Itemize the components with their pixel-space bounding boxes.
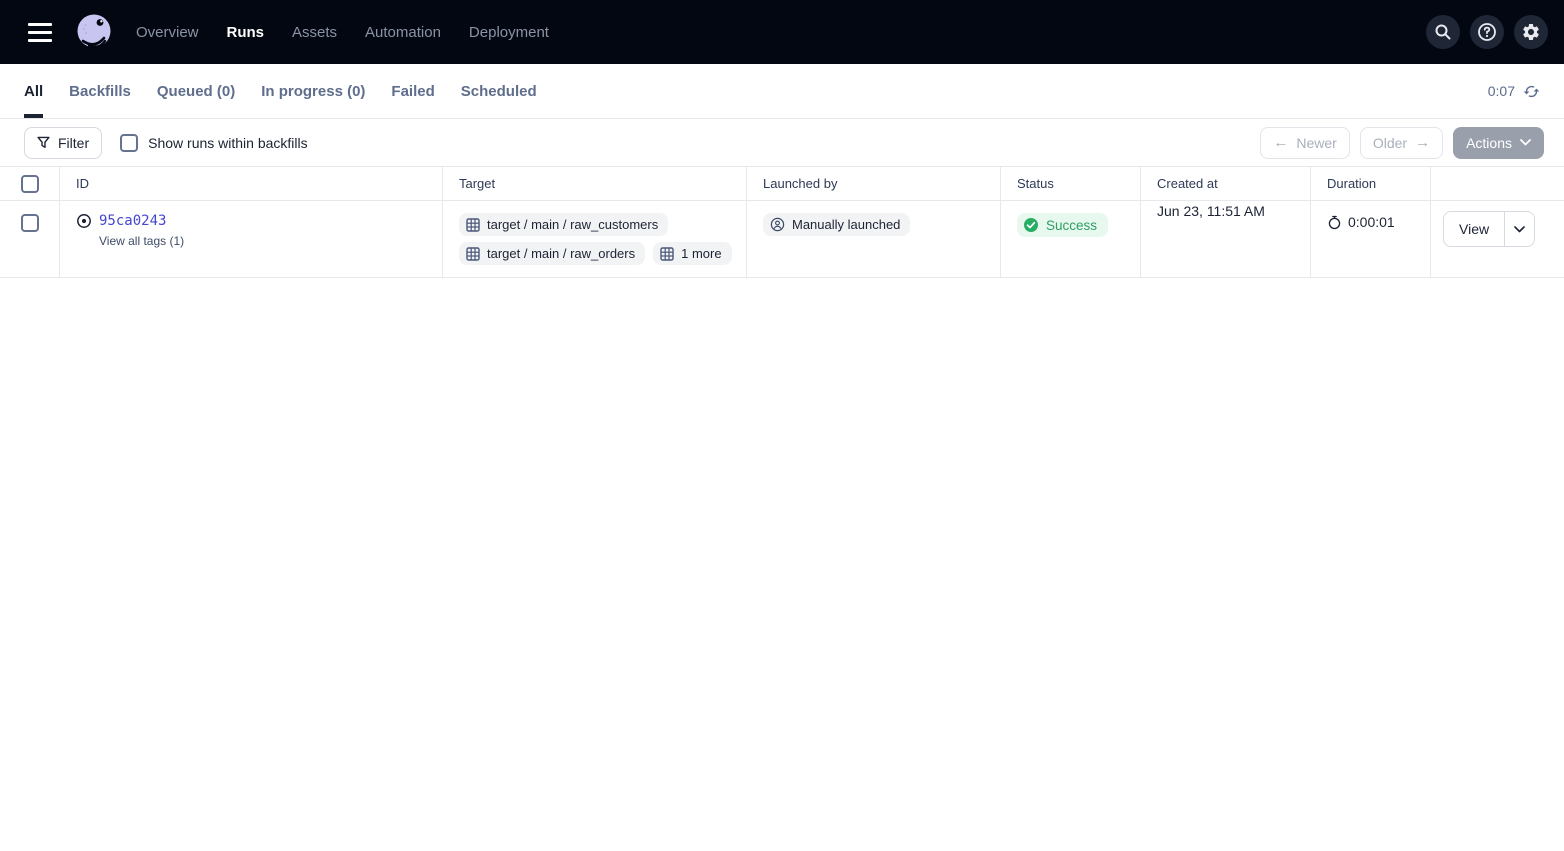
actions-button-label: Actions bbox=[1466, 135, 1512, 151]
column-header-status: Status bbox=[1001, 167, 1141, 201]
arrow-left-icon: ← bbox=[1273, 135, 1288, 150]
nav-deployment[interactable]: Deployment bbox=[469, 24, 549, 41]
column-header-target: Target bbox=[443, 167, 747, 201]
tab-all[interactable]: All bbox=[24, 64, 43, 118]
launched-by-tag[interactable]: Manually launched bbox=[763, 213, 910, 236]
chevron-down-icon bbox=[1520, 139, 1531, 146]
asset-table-icon bbox=[660, 247, 674, 261]
target-tag-label: target / main / raw_customers bbox=[487, 217, 658, 232]
dagster-logo-icon[interactable] bbox=[74, 12, 114, 52]
view-all-tags-link[interactable]: View all tags (1) bbox=[99, 234, 426, 248]
actions-button[interactable]: Actions bbox=[1453, 127, 1544, 159]
status-badge: Success bbox=[1017, 213, 1108, 237]
show-backfills-label: Show runs within backfills bbox=[148, 135, 308, 151]
table-row: 95ca0243 View all tags (1) target / main… bbox=[0, 201, 1564, 278]
refresh-icon[interactable] bbox=[1523, 83, 1540, 100]
runs-tabs: All Backfills Queued (0) In progress (0)… bbox=[24, 64, 537, 118]
tab-backfills[interactable]: Backfills bbox=[69, 64, 131, 118]
header-actions bbox=[1426, 15, 1548, 49]
column-header-actions bbox=[1431, 167, 1564, 201]
older-button-label: Older bbox=[1373, 135, 1407, 151]
view-button[interactable]: View bbox=[1444, 212, 1504, 246]
run-id-cell: 95ca0243 View all tags (1) bbox=[60, 201, 443, 278]
main-nav: Overview Runs Assets Automation Deployme… bbox=[136, 24, 549, 41]
help-icon[interactable] bbox=[1470, 15, 1504, 49]
tab-scheduled[interactable]: Scheduled bbox=[461, 64, 537, 118]
app-header: Overview Runs Assets Automation Deployme… bbox=[0, 0, 1564, 64]
filter-icon bbox=[37, 136, 50, 149]
nav-runs[interactable]: Runs bbox=[227, 24, 265, 41]
duration-cell: 0:00:01 bbox=[1311, 201, 1431, 278]
column-header-created-at: Created at bbox=[1141, 167, 1311, 201]
launched-by-cell: Manually launched bbox=[747, 201, 1001, 278]
row-actions-cell: View bbox=[1431, 201, 1564, 278]
refresh-countdown: 0:07 bbox=[1488, 83, 1515, 99]
target-tag[interactable]: target / main / raw_orders bbox=[459, 242, 645, 265]
menu-icon[interactable] bbox=[20, 12, 60, 52]
tab-queued[interactable]: Queued (0) bbox=[157, 64, 235, 118]
newer-button[interactable]: ← Newer bbox=[1260, 127, 1349, 159]
tab-failed[interactable]: Failed bbox=[391, 64, 434, 118]
filter-button-label: Filter bbox=[58, 135, 89, 151]
nav-automation[interactable]: Automation bbox=[365, 24, 441, 41]
status-cell: Success bbox=[1001, 201, 1141, 278]
column-header-launched-by: Launched by bbox=[747, 167, 1001, 201]
runs-table: ID Target Launched by Status Created at … bbox=[0, 166, 1564, 278]
target-cell: target / main / raw_customers target / m… bbox=[443, 201, 747, 278]
stopwatch-icon bbox=[1327, 215, 1342, 230]
runs-toolbar: Filter Show runs within backfills ← Newe… bbox=[0, 119, 1564, 166]
duration-value: 0:00:01 bbox=[1348, 214, 1395, 230]
search-icon[interactable] bbox=[1426, 15, 1460, 49]
asset-table-icon bbox=[466, 218, 480, 232]
view-chevron-down-icon[interactable] bbox=[1504, 212, 1534, 246]
arrow-right-icon: → bbox=[1415, 135, 1430, 150]
filter-button[interactable]: Filter bbox=[24, 127, 102, 159]
nav-assets[interactable]: Assets bbox=[292, 24, 337, 41]
created-at-value: Jun 23, 11:51 AM bbox=[1157, 203, 1265, 219]
nav-overview[interactable]: Overview bbox=[136, 24, 199, 41]
created-at-cell: Jun 23, 11:51 AM bbox=[1141, 201, 1311, 278]
user-icon bbox=[770, 217, 785, 232]
runs-tabs-bar: All Backfills Queued (0) In progress (0)… bbox=[0, 64, 1564, 119]
success-check-icon bbox=[1023, 217, 1039, 233]
target-tag-label: target / main / raw_orders bbox=[487, 246, 635, 261]
more-targets-tag[interactable]: 1 more bbox=[653, 242, 731, 265]
settings-icon[interactable] bbox=[1514, 15, 1548, 49]
more-targets-label: 1 more bbox=[681, 246, 721, 261]
show-backfills-checkbox[interactable] bbox=[120, 134, 138, 152]
newer-button-label: Newer bbox=[1296, 135, 1336, 151]
column-header-id: ID bbox=[60, 167, 443, 201]
status-label: Success bbox=[1046, 218, 1097, 233]
run-status-icon bbox=[76, 213, 92, 229]
run-id-link[interactable]: 95ca0243 bbox=[99, 213, 166, 229]
column-header-duration: Duration bbox=[1311, 167, 1431, 201]
older-button[interactable]: Older → bbox=[1360, 127, 1443, 159]
tab-in-progress[interactable]: In progress (0) bbox=[261, 64, 365, 118]
asset-table-icon bbox=[466, 247, 480, 261]
select-all-checkbox[interactable] bbox=[21, 175, 39, 193]
table-header-row: ID Target Launched by Status Created at … bbox=[0, 167, 1564, 201]
launched-by-label: Manually launched bbox=[792, 217, 900, 232]
target-tag[interactable]: target / main / raw_customers bbox=[459, 213, 668, 236]
row-checkbox[interactable] bbox=[21, 214, 39, 232]
